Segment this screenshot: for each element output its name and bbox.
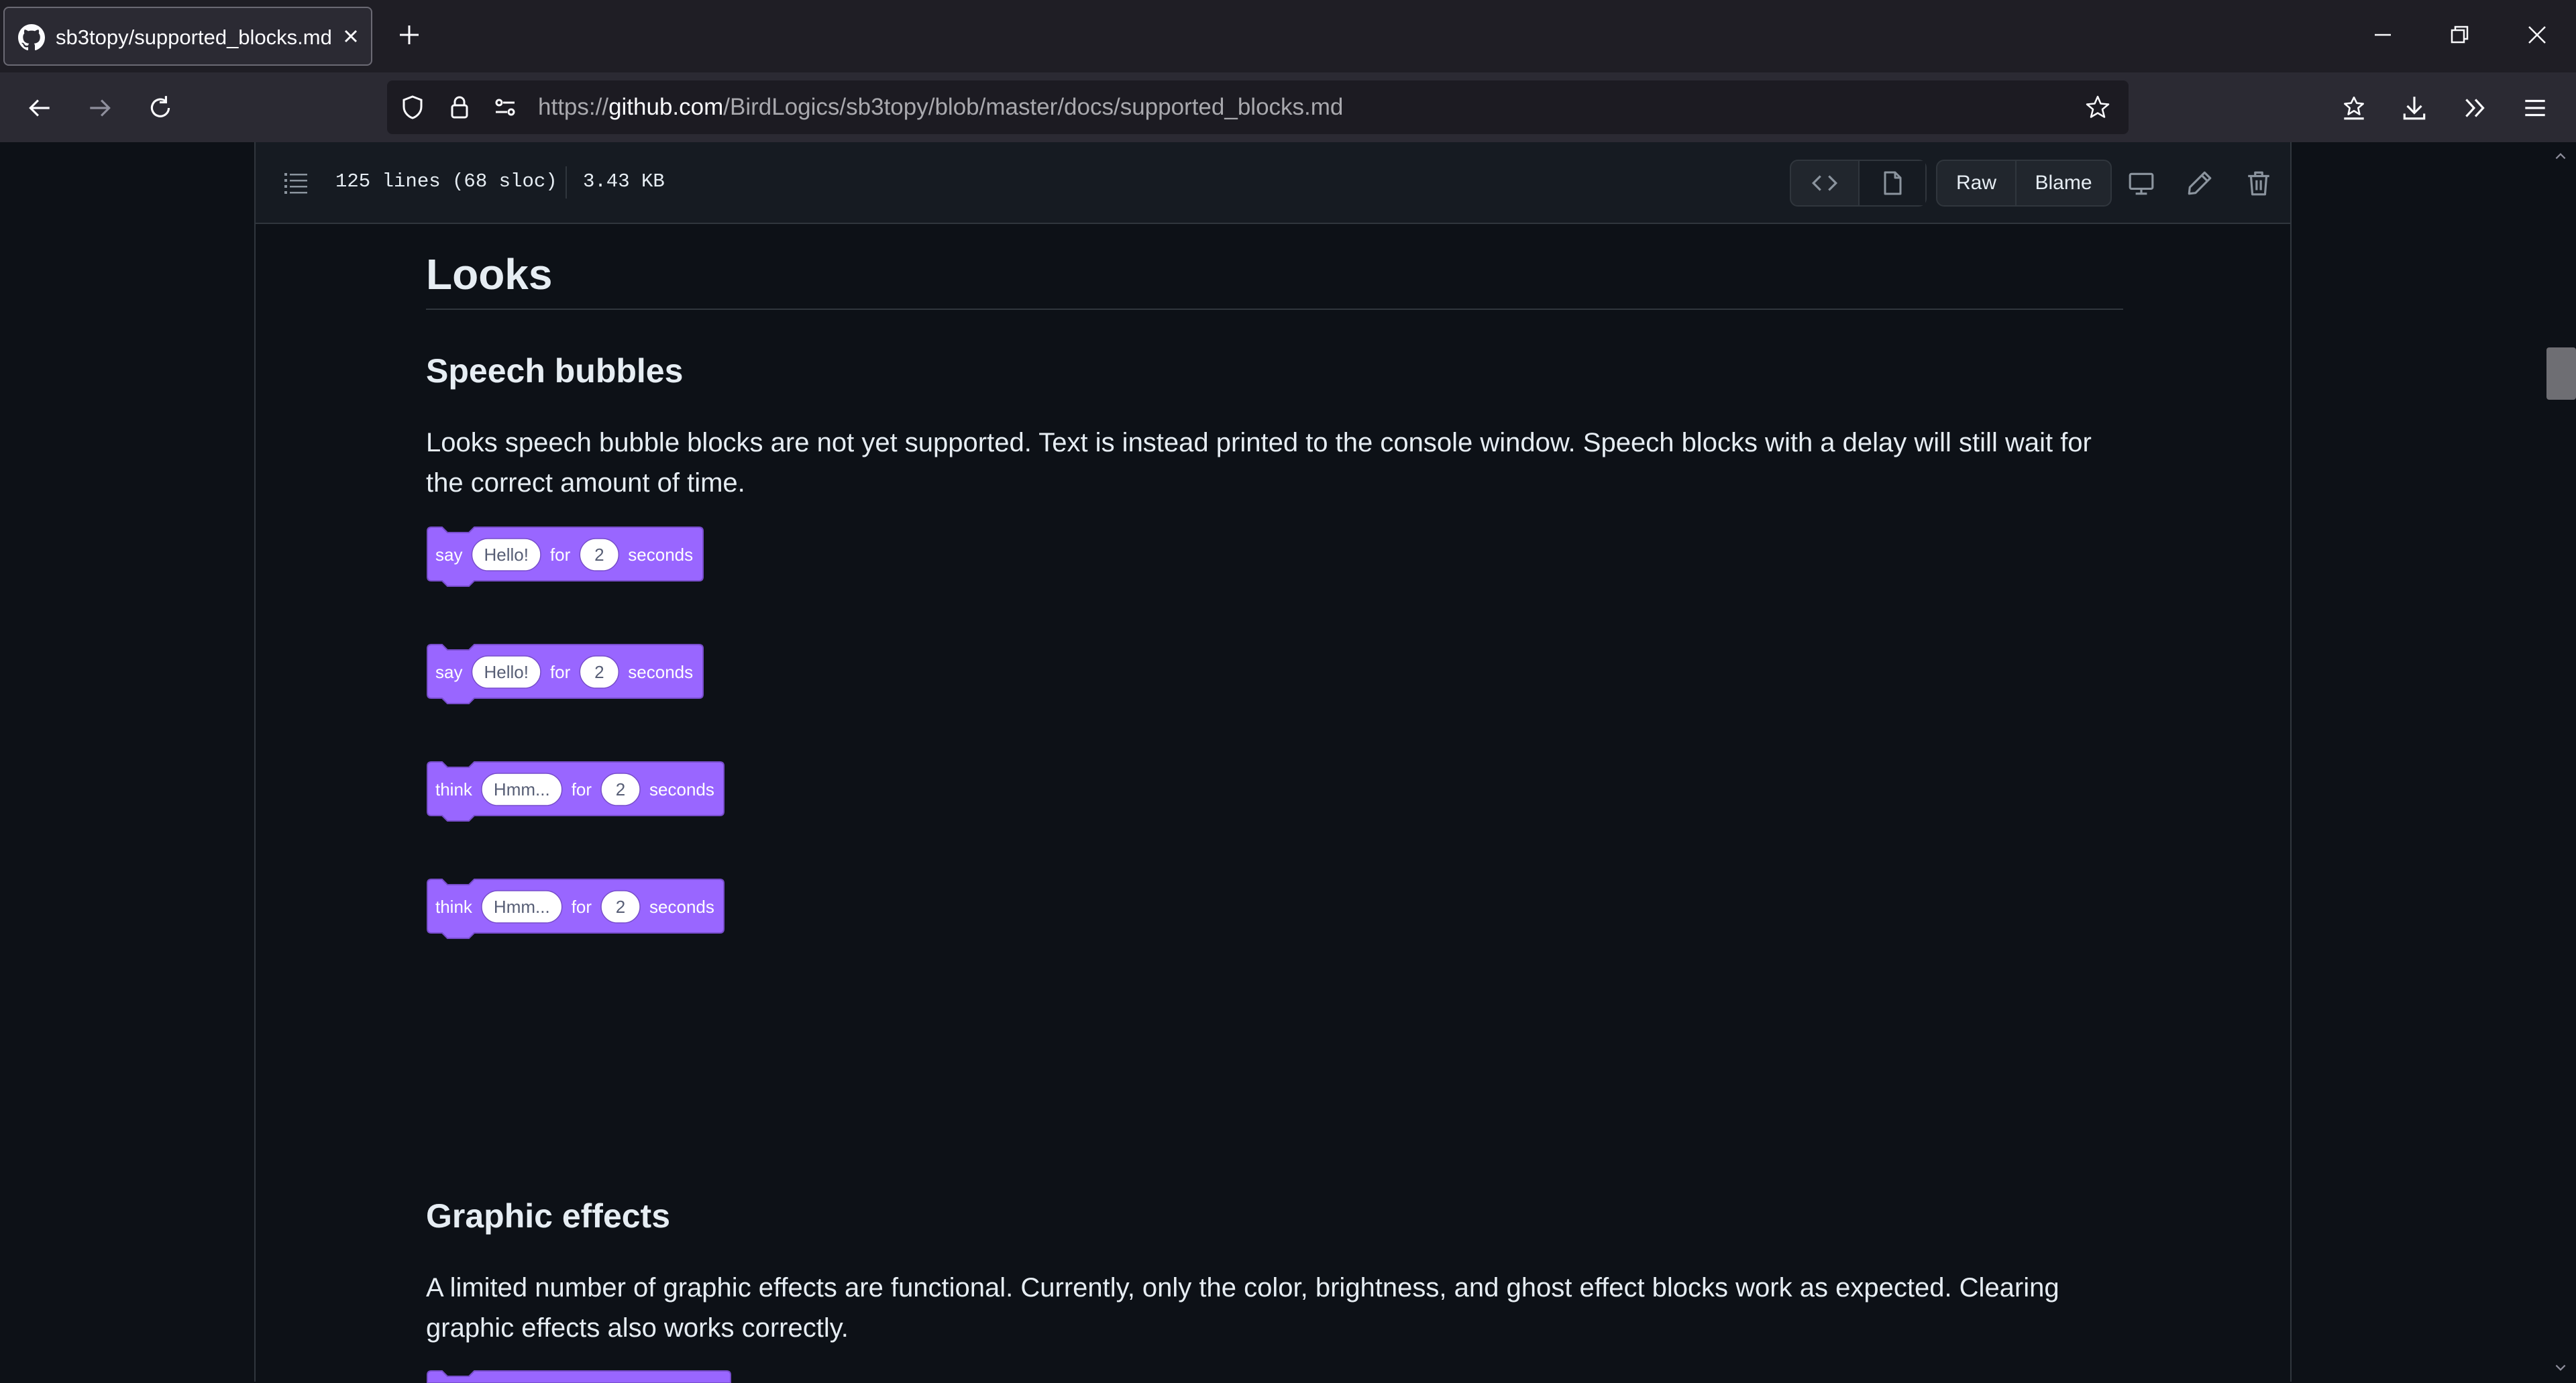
say-block-graphic: say Hello! for 2 seconds	[427, 527, 704, 587]
overflow-icon[interactable]	[2461, 94, 2489, 122]
block-for-label: for	[550, 662, 571, 682]
file-box: 125 lines (68 sloc) 3.43 KB Raw Blame Lo…	[254, 142, 2292, 1383]
block-unit-label: seconds	[649, 897, 714, 917]
file-icon	[1884, 171, 1902, 195]
block-unit-label: seconds	[649, 779, 714, 799]
close-icon[interactable]	[337, 23, 364, 50]
file-header: 125 lines (68 sloc) 3.43 KB Raw Blame	[256, 142, 2290, 224]
speech-bubbles-text: Looks speech bubble blocks are not yet s…	[426, 428, 2092, 498]
nav-bar: https://github.com/BirdLogics/sb3topy/bl…	[0, 72, 2576, 142]
blame-button[interactable]: Blame	[2015, 161, 2110, 205]
scrollbar-thumb[interactable]	[2546, 347, 2576, 400]
block-number-value: 2	[616, 779, 625, 799]
view-toggle-group	[1790, 160, 1927, 207]
browser-tab[interactable]: sb3topy/supported_blocks.md at	[3, 7, 372, 66]
block-verb: say	[435, 662, 462, 682]
list-outline-icon[interactable]	[282, 169, 309, 196]
heading-rule	[426, 309, 2123, 310]
tab-title: sb3topy/supported_blocks.md at	[56, 25, 331, 49]
blame-label: Blame	[2035, 172, 2092, 194]
block-unit-label: seconds	[628, 662, 693, 682]
window-close-icon[interactable]	[2524, 21, 2551, 48]
looks-heading: Looks	[426, 250, 553, 298]
shield-icon[interactable]	[399, 94, 426, 121]
menu-icon[interactable]	[2521, 94, 2549, 122]
block-for-label: for	[572, 779, 592, 799]
pocket-icon[interactable]	[2340, 94, 2368, 122]
line-count: 125 lines (68 sloc)	[335, 170, 557, 192]
block-for-label: for	[550, 545, 571, 565]
think-block-graphic: think Hmm... for 2 seconds	[427, 761, 724, 822]
github-icon	[18, 24, 45, 51]
block-unit-label: seconds	[628, 545, 693, 565]
think-block-graphic: think Hmm... for 2 seconds	[427, 879, 724, 939]
block-verb: say	[435, 545, 462, 565]
desktop-icon[interactable]	[2127, 169, 2155, 197]
back-arrow-icon[interactable]	[25, 94, 54, 122]
graphic-effects-text: A limited number of graphic effects are …	[426, 1273, 2059, 1343]
scroll-down-icon[interactable]	[2553, 1360, 2568, 1375]
restore-icon[interactable]	[2446, 21, 2473, 48]
file-size: 3.43 KB	[583, 170, 665, 192]
url-prefix: https://	[538, 94, 609, 120]
block-number-value: 2	[594, 662, 604, 682]
block-verb: think	[435, 897, 473, 917]
url-text[interactable]: https://github.com/BirdLogics/sb3topy/bl…	[538, 93, 1343, 122]
graphic-effects-heading: Graphic effects	[426, 1197, 671, 1235]
block-number-value: 2	[594, 545, 604, 565]
url-path: /BirdLogics/sb3topy/blob/master/docs/sup…	[723, 94, 1344, 120]
plus-icon[interactable]	[396, 21, 423, 48]
speech-bubbles-heading: Speech bubbles	[426, 352, 684, 390]
code-view-button[interactable]	[1791, 161, 1858, 205]
preview-view-button[interactable]	[1858, 161, 1925, 205]
say-block: say Hello! for 2 seconds	[426, 526, 706, 592]
block-text-value: Hello!	[484, 545, 528, 565]
block-number-value: 2	[616, 897, 625, 917]
block-text-value: Hello!	[484, 662, 528, 682]
forward-arrow-icon[interactable]	[86, 94, 114, 122]
raw-button[interactable]: Raw	[1937, 161, 2015, 205]
raw-blame-group: Raw Blame	[1936, 160, 2112, 207]
code-icon	[1811, 175, 1838, 191]
block-text-value: Hmm...	[494, 779, 550, 799]
trash-icon[interactable]	[2245, 169, 2273, 197]
star-icon[interactable]	[2084, 94, 2111, 121]
think-block: think Hmm... for 2 seconds	[426, 761, 727, 826]
say-block-graphic: say Hello! for 2 seconds	[427, 644, 704, 704]
minimize-icon[interactable]	[2369, 21, 2396, 48]
think-block: think Hmm... for 2 seconds	[426, 878, 727, 944]
raw-label: Raw	[1955, 172, 1996, 194]
pencil-icon[interactable]	[2186, 169, 2214, 197]
permissions-icon[interactable]	[492, 94, 519, 121]
scroll-up-icon[interactable]	[2553, 149, 2568, 164]
download-icon[interactable]	[2400, 94, 2428, 122]
divider	[566, 166, 567, 199]
say-block: say Hello! for 2 seconds	[426, 643, 706, 709]
block-verb: think	[435, 779, 473, 799]
block-text-value: Hmm...	[494, 897, 550, 917]
url-host: github.com	[608, 94, 724, 120]
page-content: 125 lines (68 sloc) 3.43 KB Raw Blame Lo…	[0, 142, 2576, 1383]
tab-bar: sb3topy/supported_blocks.md at	[0, 0, 2576, 72]
lock-icon[interactable]	[446, 94, 473, 121]
block-for-label: for	[572, 897, 592, 917]
url-bar[interactable]: https://github.com/BirdLogics/sb3topy/bl…	[387, 80, 2129, 134]
reload-icon[interactable]	[146, 94, 174, 122]
effect-block-partial	[427, 1370, 731, 1383]
